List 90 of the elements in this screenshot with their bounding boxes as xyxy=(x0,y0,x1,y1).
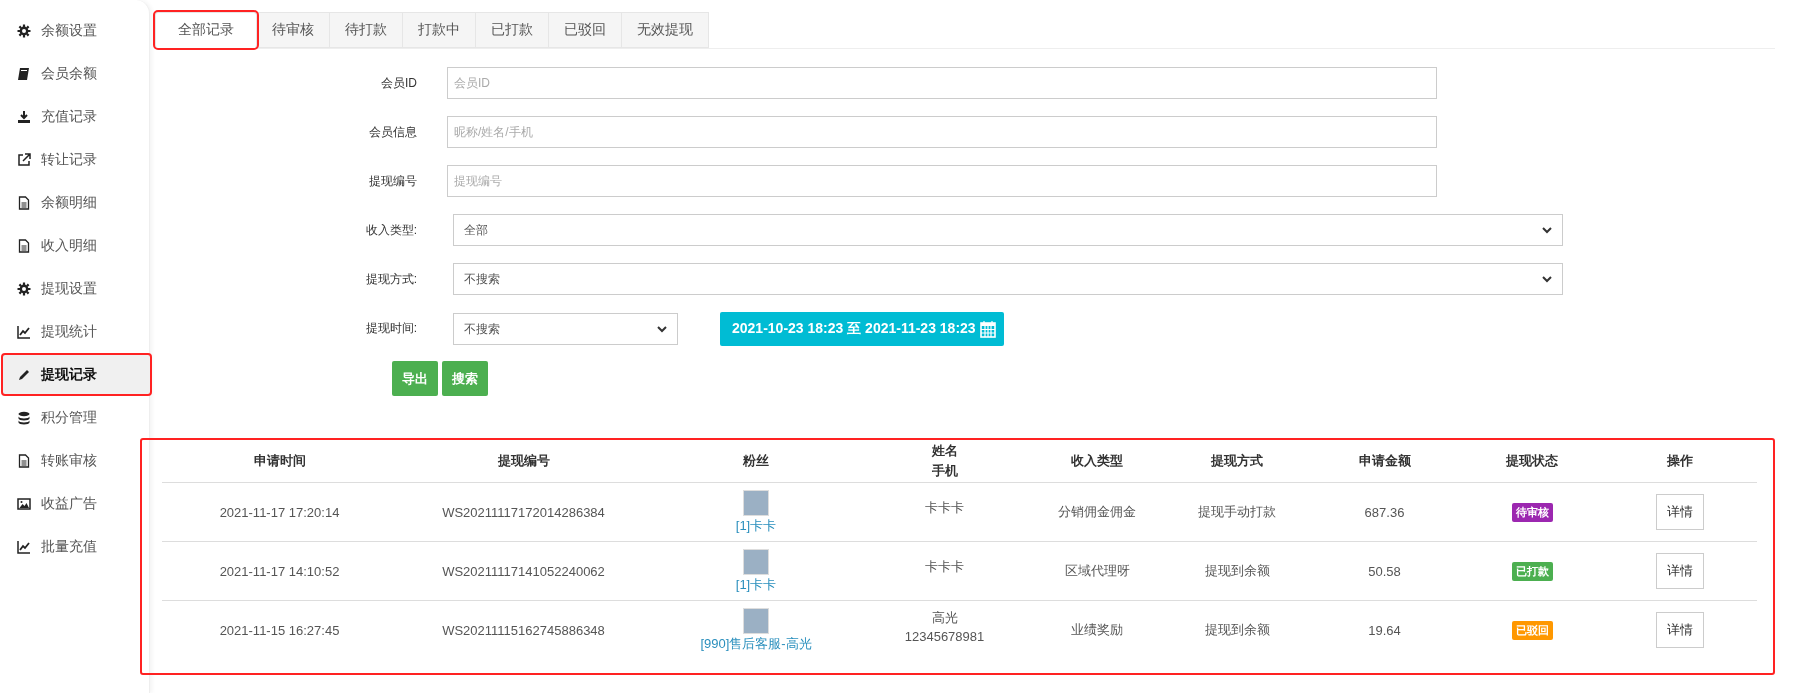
sidebar-item[interactable]: 提现记录 xyxy=(2,354,151,395)
tab[interactable]: 打款中 xyxy=(402,12,476,48)
tab[interactable]: 待审核 xyxy=(256,12,330,48)
field-label: 提现方式: xyxy=(364,271,418,288)
table-cell: 区域代理呀 xyxy=(1064,563,1130,578)
column-header: 操作 xyxy=(1666,452,1693,470)
table-cell: 687.36 xyxy=(1364,504,1405,520)
status-badge: 已驳回 xyxy=(1511,620,1553,640)
sidebar-item[interactable]: 转账审核 xyxy=(2,440,149,481)
dropdown[interactable]: 不搜索 xyxy=(453,263,1563,295)
sidebar-item[interactable]: 收益广告 xyxy=(2,483,149,524)
field-label: 提现时间: xyxy=(364,320,418,337)
sidebar-item[interactable]: 提现统计 xyxy=(2,311,149,352)
column-header: 申请金额 xyxy=(1358,452,1411,470)
table-cell: 2021-11-17 17:20:14 xyxy=(219,504,340,520)
status-badge: 待审核 xyxy=(1511,502,1553,522)
table-cell: 12345678981 xyxy=(904,628,985,644)
database-icon xyxy=(17,410,31,425)
tab[interactable]: 全部记录 xyxy=(155,12,257,48)
status-badge: 已打款 xyxy=(1511,561,1553,581)
tab[interactable]: 待打款 xyxy=(329,12,403,48)
sidebar-item[interactable]: 会员余额 xyxy=(2,53,149,94)
book-icon xyxy=(17,66,31,81)
avatar-placeholder xyxy=(743,607,769,634)
field-label: 会员信息 xyxy=(368,124,418,141)
column-header: 提现方式 xyxy=(1211,452,1263,470)
tab[interactable]: 无效提现 xyxy=(621,12,709,48)
table-cell: 提现到余额 xyxy=(1204,563,1270,578)
field-label: 会员ID xyxy=(380,75,418,92)
table-cell: WS20211117172014286384 xyxy=(442,504,605,520)
sidebar-item[interactable]: 收入明细 xyxy=(2,225,149,266)
chevron-down-icon xyxy=(657,325,667,333)
table-cell: 2021-11-17 14:10:52 xyxy=(219,563,340,579)
sidebar-item[interactable]: 提现设置 xyxy=(2,268,149,309)
sidebar-item[interactable]: 余额设置 xyxy=(2,10,149,51)
tab[interactable]: 已驳回 xyxy=(548,12,622,48)
table-cell: 2021-11-15 16:27:45 xyxy=(219,622,340,638)
table-cell: 提现到余额 xyxy=(1204,622,1270,637)
calendar-icon xyxy=(979,320,996,338)
column-header: 申请时间 xyxy=(253,452,306,470)
table-cell: 卡卡卡 xyxy=(925,499,964,517)
pencil-icon xyxy=(17,367,31,382)
table-cell: 业绩奖励 xyxy=(1071,622,1123,637)
chart-icon xyxy=(17,324,31,339)
fan-link[interactable]: [1]卡卡 xyxy=(735,516,777,535)
download-icon xyxy=(17,109,31,124)
table-cell: WS20211117141052240062 xyxy=(442,563,605,579)
details-button[interactable]: 详情 xyxy=(1655,553,1704,589)
dropdown[interactable]: 不搜索 xyxy=(453,313,678,345)
column-header: 手机 xyxy=(931,462,958,480)
image-icon xyxy=(17,496,31,511)
external-icon xyxy=(17,152,31,167)
table-cell: 分销佣金佣金 xyxy=(1058,504,1136,519)
chart-icon xyxy=(17,539,31,554)
fan-link[interactable]: [1]卡卡 xyxy=(735,575,777,594)
table-cell: WS20211115162745886348 xyxy=(442,622,605,638)
details-button[interactable]: 详情 xyxy=(1655,494,1704,530)
table-cell: 卡卡卡 xyxy=(925,558,964,576)
avatar-placeholder xyxy=(743,548,769,575)
avatar-placeholder xyxy=(743,489,769,516)
details-button[interactable]: 详情 xyxy=(1655,612,1704,648)
input-field[interactable]: 昵称/姓名/手机 xyxy=(447,116,1437,148)
doc-icon xyxy=(17,453,31,468)
column-header: 提现状态 xyxy=(1506,452,1558,470)
gear-icon xyxy=(17,281,31,296)
table-cell: 19.64 xyxy=(1368,622,1401,638)
field-label: 收入类型: xyxy=(364,222,418,239)
fan-link[interactable]: [990]售后客服-高光 xyxy=(700,634,812,653)
table-cell: 高光 xyxy=(931,608,958,627)
column-header: 粉丝 xyxy=(743,452,769,470)
input-field[interactable]: 提现编号 xyxy=(447,165,1437,197)
sidebar-item[interactable]: 积分管理 xyxy=(2,397,149,438)
column-header: 姓名 xyxy=(931,442,958,460)
column-header: 提现编号 xyxy=(497,452,550,470)
input-field[interactable]: 会员ID xyxy=(447,67,1437,99)
doc-icon xyxy=(17,238,31,253)
sidebar-item[interactable]: 转让记录 xyxy=(2,139,149,180)
table-cell: 提现手动打款 xyxy=(1198,504,1276,519)
field-label: 提现编号 xyxy=(368,173,418,190)
table-cell: 50.58 xyxy=(1368,563,1401,579)
tab[interactable]: 已打款 xyxy=(475,12,549,48)
doc-icon xyxy=(17,195,31,210)
chevron-down-icon xyxy=(1542,226,1552,234)
chevron-down-icon xyxy=(1542,275,1552,283)
dropdown[interactable]: 全部 xyxy=(453,214,1563,246)
sidebar-item[interactable]: 余额明细 xyxy=(2,182,149,223)
sidebar-item[interactable]: 充值记录 xyxy=(2,96,149,137)
column-header: 收入类型 xyxy=(1071,452,1123,470)
gear-icon xyxy=(17,23,31,38)
sidebar-item[interactable]: 批量充值 xyxy=(2,526,149,567)
